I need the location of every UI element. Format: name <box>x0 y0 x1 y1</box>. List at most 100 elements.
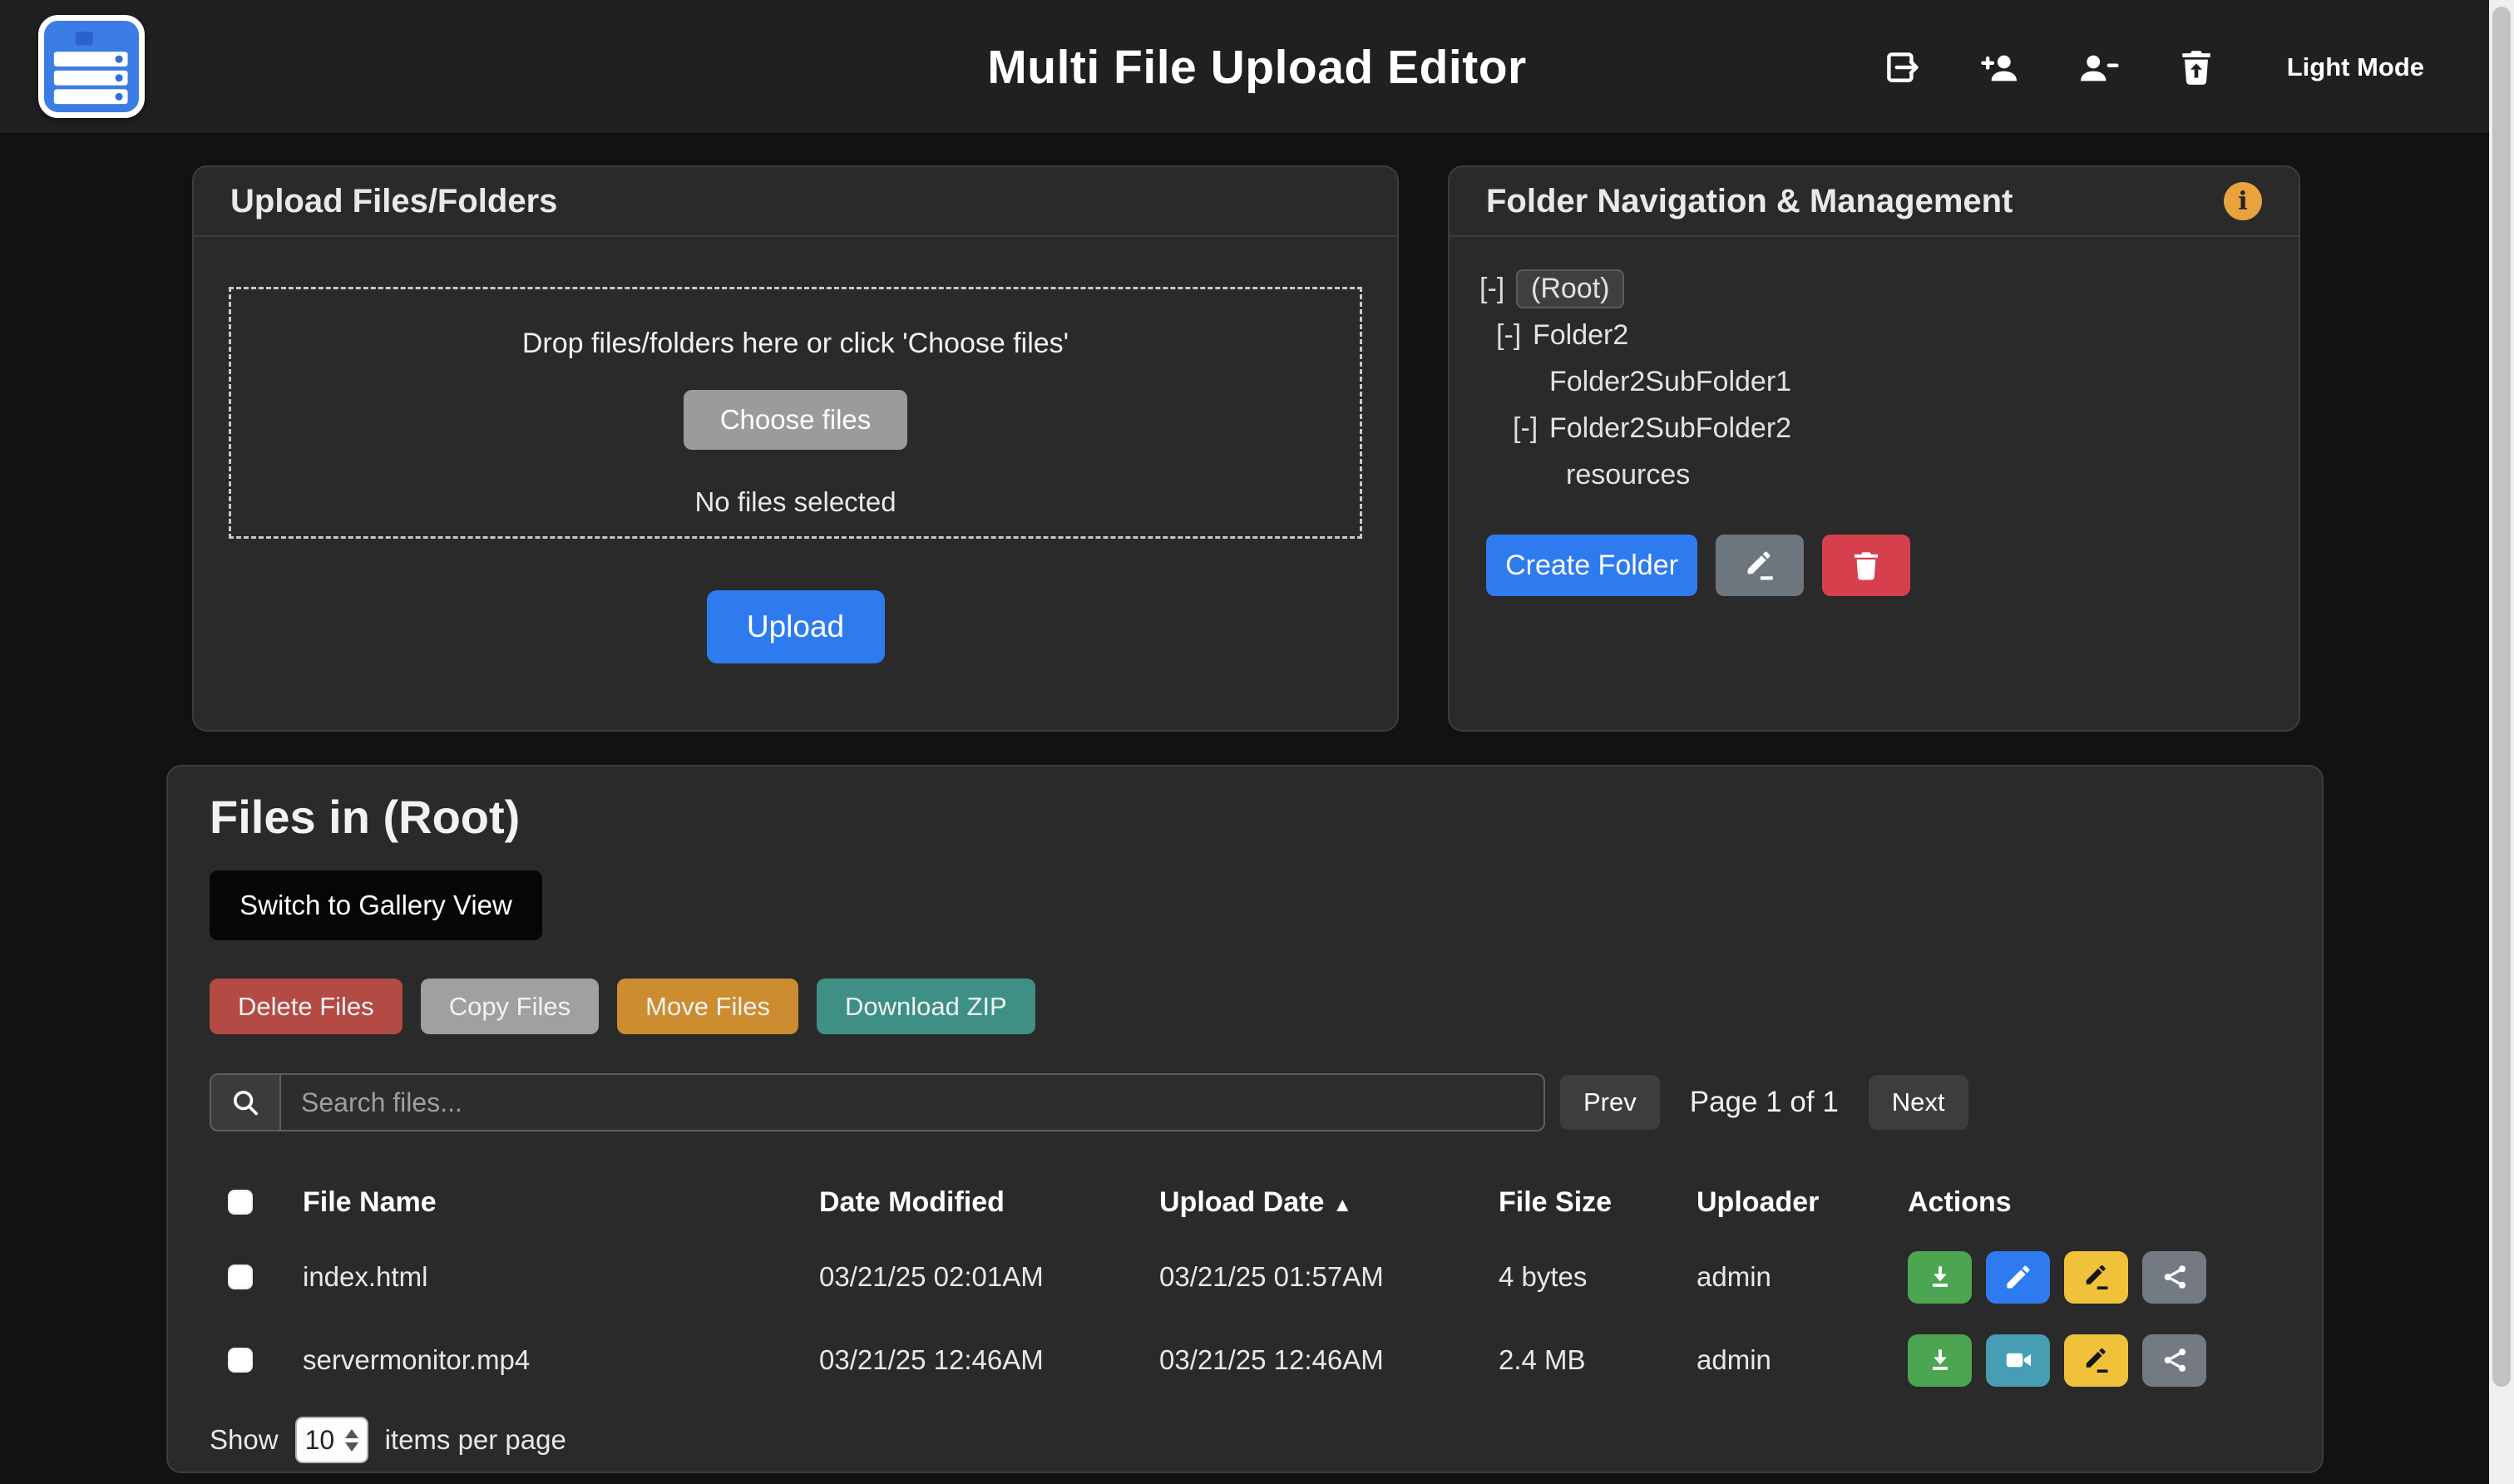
stepper-arrows-icon[interactable] <box>345 1429 358 1452</box>
file-size: 2.4 MB <box>1499 1344 1697 1376</box>
scrollbar-thumb[interactable] <box>2492 7 2511 1387</box>
search-input[interactable] <box>281 1073 1545 1131</box>
edit-button[interactable] <box>1986 1251 2050 1304</box>
show-label: Show <box>210 1424 279 1456</box>
folder-tree: [-] (Root) [-] Folder2 Folder2SubFolder1… <box>1450 237 2299 498</box>
search-icon <box>230 1087 261 1118</box>
column-header-date-modified[interactable]: Date Modified <box>819 1186 1159 1219</box>
tree-item-folder2[interactable]: [-] Folder2 <box>1479 312 2299 358</box>
upload-panel-title: Upload Files/Folders <box>230 183 557 220</box>
file-name: servermonitor.mp4 <box>303 1344 819 1376</box>
copy-files-button[interactable]: Copy Files <box>421 979 599 1034</box>
rename-icon <box>2082 1262 2111 1292</box>
delete-folder-button[interactable] <box>1822 535 1910 596</box>
table-row: index.html 03/21/25 02:01AM 03/21/25 01:… <box>210 1235 2280 1319</box>
rename-folder-button[interactable] <box>1716 535 1804 596</box>
trash-icon <box>1849 548 1884 583</box>
folder-panel: Folder Navigation & Management i [-] (Ro… <box>1448 165 2300 732</box>
uploader: admin <box>1697 1261 1908 1293</box>
folder-panel-header: Folder Navigation & Management i <box>1450 167 2299 237</box>
logout-button[interactable] <box>1879 45 1924 90</box>
expander-icon[interactable]: [-] <box>1479 273 1516 305</box>
dropzone-hint: Drop files/folders here or click 'Choose… <box>231 328 1360 360</box>
page-indicator: Page 1 of 1 <box>1690 1086 1839 1119</box>
items-per-page-input[interactable]: 10 <box>295 1417 368 1463</box>
folder-panel-title: Folder Navigation & Management <box>1486 183 2013 220</box>
tree-item-label[interactable]: (Root) <box>1516 269 1624 308</box>
download-zip-button[interactable]: Download ZIP <box>817 979 1035 1034</box>
choose-files-button[interactable]: Choose files <box>684 390 908 450</box>
download-icon <box>1925 1345 1955 1375</box>
upload-panel-header: Upload Files/Folders <box>194 167 1397 237</box>
date-modified: 03/21/25 02:01AM <box>819 1261 1159 1293</box>
rename-button[interactable] <box>2064 1251 2128 1304</box>
table-header-row: File Name Date Modified Upload Date▲ Fil… <box>210 1169 2280 1235</box>
files-section-title: Files in (Root) <box>210 790 2280 844</box>
bulk-actions: Delete Files Copy Files Move Files Downl… <box>210 979 2280 1034</box>
column-header-actions: Actions <box>1908 1186 2280 1219</box>
upload-date: 03/21/25 12:46AM <box>1159 1344 1499 1376</box>
video-camera-icon <box>2003 1345 2033 1375</box>
column-header-file-name[interactable]: File Name <box>303 1186 819 1219</box>
rename-icon <box>2082 1345 2111 1375</box>
tree-item-resources[interactable]: resources <box>1479 451 2299 498</box>
row-checkbox[interactable] <box>228 1265 253 1289</box>
switch-gallery-view-button[interactable]: Switch to Gallery View <box>210 870 542 940</box>
files-panel: Files in (Root) Switch to Gallery View D… <box>166 765 2324 1473</box>
share-icon <box>2160 1345 2190 1375</box>
share-icon <box>2160 1262 2190 1292</box>
tree-item-root[interactable]: [-] (Root) <box>1479 265 2299 312</box>
items-per-page-label: items per page <box>385 1424 566 1456</box>
upload-button[interactable]: Upload <box>707 590 885 663</box>
uploader: admin <box>1697 1344 1908 1376</box>
search-icon-segment <box>210 1073 281 1131</box>
file-name: index.html <box>303 1261 819 1293</box>
share-button[interactable] <box>2142 1251 2206 1304</box>
items-per-page-value: 10 <box>305 1425 335 1456</box>
column-header-upload-date[interactable]: Upload Date▲ <box>1159 1186 1499 1219</box>
scrollbar-track[interactable] <box>2489 0 2514 1484</box>
sort-ascending-icon: ▲ <box>1332 1194 1352 1216</box>
column-header-file-size[interactable]: File Size <box>1499 1186 1697 1219</box>
table-row: servermonitor.mp4 03/21/25 12:46AM 03/21… <box>210 1319 2280 1402</box>
next-page-button[interactable]: Next <box>1869 1075 1968 1130</box>
tree-item-label[interactable]: resources <box>1566 459 1690 491</box>
column-header-uploader[interactable]: Uploader <box>1697 1186 1908 1219</box>
restore-trash-button[interactable] <box>2174 45 2219 90</box>
add-user-button[interactable] <box>1978 45 2023 90</box>
trash-restore-icon <box>2176 47 2217 88</box>
prev-page-button[interactable]: Prev <box>1560 1075 1660 1130</box>
date-modified: 03/21/25 12:46AM <box>819 1344 1159 1376</box>
files-table: File Name Date Modified Upload Date▲ Fil… <box>210 1169 2280 1402</box>
info-icon[interactable]: i <box>2224 182 2262 220</box>
upload-date: 03/21/25 01:57AM <box>1159 1261 1499 1293</box>
file-dropzone[interactable]: Drop files/folders here or click 'Choose… <box>229 287 1362 539</box>
no-files-status: No files selected <box>231 486 1360 518</box>
expander-icon[interactable]: [-] <box>1496 319 1533 352</box>
upload-panel: Upload Files/Folders Drop files/folders … <box>192 165 1399 732</box>
rename-icon <box>1742 548 1777 583</box>
download-icon <box>1925 1262 1955 1292</box>
row-checkbox[interactable] <box>228 1348 253 1373</box>
expander-icon[interactable]: [-] <box>1513 412 1549 445</box>
light-mode-toggle[interactable]: Light Mode <box>2287 52 2424 82</box>
move-files-button[interactable]: Move Files <box>617 979 798 1034</box>
remove-user-button[interactable] <box>2076 45 2121 90</box>
pagination: Prev Page 1 of 1 Next <box>1560 1075 1968 1130</box>
share-button[interactable] <box>2142 1334 2206 1387</box>
download-button[interactable] <box>1908 1334 1972 1387</box>
delete-files-button[interactable]: Delete Files <box>210 979 403 1034</box>
tree-item-label[interactable]: Folder2SubFolder2 <box>1549 412 1791 445</box>
select-all-checkbox[interactable] <box>228 1190 253 1215</box>
tree-item-label[interactable]: Folder2SubFolder1 <box>1549 366 1791 398</box>
person-remove-icon <box>2077 47 2119 88</box>
file-size: 4 bytes <box>1499 1261 1697 1293</box>
create-folder-button[interactable]: Create Folder <box>1486 535 1697 596</box>
video-preview-button[interactable] <box>1986 1334 2050 1387</box>
rename-button[interactable] <box>2064 1334 2128 1387</box>
edit-pencil-icon <box>2003 1262 2033 1292</box>
tree-item-label[interactable]: Folder2 <box>1533 319 1628 352</box>
download-button[interactable] <box>1908 1251 1972 1304</box>
tree-item-folder2subfolder1[interactable]: Folder2SubFolder1 <box>1479 358 2299 405</box>
tree-item-folder2subfolder2[interactable]: [-] Folder2SubFolder2 <box>1479 405 2299 451</box>
